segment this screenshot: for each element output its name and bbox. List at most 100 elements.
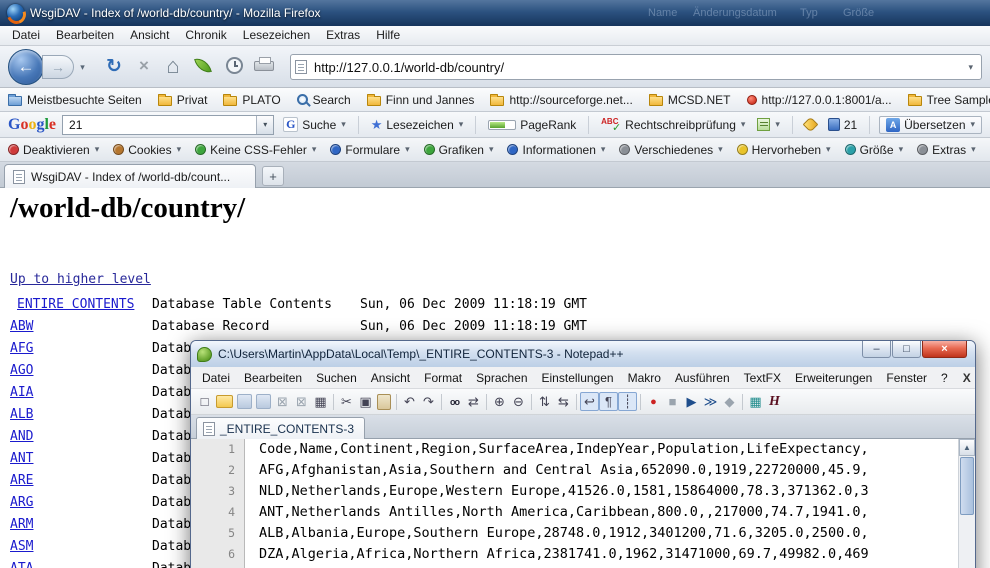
save-all-icon[interactable] [256, 394, 271, 409]
maximize-button[interactable]: □ [892, 341, 921, 358]
minimize-button[interactable]: – [862, 341, 891, 358]
webdev-verschiedenes[interactable]: Verschiedenes▾ [617, 143, 724, 157]
highlight-button[interactable] [802, 118, 819, 131]
firefox-titlebar[interactable]: WsgiDAV - Index of /world-db/country/ - … [0, 0, 990, 26]
back-button[interactable]: ← [8, 49, 44, 85]
close-button[interactable]: × [922, 341, 967, 358]
pagerank-indicator[interactable]: PageRank [485, 117, 579, 133]
autofill-button[interactable]: ▾ [754, 117, 783, 132]
multi-play-macro-icon[interactable]: ≫ [701, 392, 720, 411]
show-all-chars-icon[interactable]: ¶ [599, 392, 618, 411]
entry-link[interactable]: AIA [10, 382, 152, 404]
zoom-out-icon[interactable]: ⊖ [509, 392, 528, 411]
forward-button[interactable]: → [42, 55, 74, 79]
entry-link[interactable]: ARM [10, 514, 152, 536]
spellcheck-button[interactable]: ABC✓Rechtschreibprüfung▾ [598, 116, 748, 133]
bookmark-tree-samples[interactable]: Tree Samples [908, 93, 990, 107]
addon-leaf-icon[interactable] [194, 55, 212, 75]
bookmark-mcsd[interactable]: MCSD.NET [649, 93, 731, 107]
open-folder-icon[interactable] [216, 395, 233, 408]
bookmark-privat[interactable]: Privat [158, 93, 208, 107]
scroll-up-button[interactable]: ▲ [959, 439, 975, 456]
save-icon[interactable] [237, 394, 252, 409]
notebook-counter[interactable]: 21 [825, 117, 860, 133]
npp-menu-suchen[interactable]: Suchen [309, 371, 364, 385]
close-doc-icon[interactable]: ⊠ [273, 392, 292, 411]
zoom-in-icon[interactable]: ⊕ [490, 392, 509, 411]
lesezeichen-button[interactable]: ★Lesezeichen▾ [368, 116, 467, 134]
new-file-icon[interactable]: □ [195, 392, 214, 411]
menu-ansicht[interactable]: Ansicht [122, 26, 177, 45]
reload-button[interactable]: ↻ [102, 54, 126, 78]
cut-icon[interactable]: ✂ [337, 392, 356, 411]
webdev-deaktivieren[interactable]: Deaktivieren▾ [6, 143, 101, 157]
npp-menu-format[interactable]: Format [417, 371, 469, 385]
close-document-button[interactable]: X [955, 371, 976, 385]
save-macro-icon[interactable]: ◆ [720, 392, 739, 411]
uebersetzen-button[interactable]: AÜbersetzen▾ [879, 116, 982, 134]
indent-guide-icon[interactable]: ┊ [618, 392, 637, 411]
bookmark-search[interactable]: Search [297, 93, 351, 107]
webdev-cookies[interactable]: Cookies▾ [111, 143, 183, 157]
webdev-formulare[interactable]: Formulare▾ [328, 143, 411, 157]
entry-link[interactable]: ARE [10, 470, 152, 492]
menu-datei[interactable]: Datei [4, 26, 48, 45]
print-icon[interactable] [254, 61, 274, 71]
npp-menu-erweiterungen[interactable]: Erweiterungen [788, 371, 879, 385]
webdev-groesse[interactable]: Größe▾ [843, 143, 906, 157]
scroll-thumb[interactable] [960, 457, 974, 515]
entry-link[interactable]: ATA [10, 558, 152, 568]
paste-icon[interactable] [377, 394, 391, 410]
notepadpp-titlebar[interactable]: C:\Users\Martin\AppData\Local\Temp\_ENTI… [191, 341, 975, 367]
url-bar[interactable]: http://127.0.0.1/world-db/country/ ▾ [290, 54, 982, 80]
npp-menu-sprachen[interactable]: Sprachen [469, 371, 534, 385]
google-search-box[interactable]: 21 ▾ [62, 115, 274, 135]
document-tab[interactable]: _ENTIRE_CONTENTS-3 [196, 417, 365, 439]
sync-vertical-icon[interactable]: ⇅ [535, 392, 554, 411]
entry-link[interactable]: AFG [10, 338, 152, 360]
stop-button[interactable]: × [132, 54, 156, 78]
find-icon[interactable]: oo [445, 392, 464, 411]
replace-icon[interactable]: ⇄ [464, 392, 483, 411]
entry-link[interactable]: AND [10, 426, 152, 448]
menu-extras[interactable]: Extras [318, 26, 368, 45]
urlbar-dropdown-icon[interactable]: ▾ [964, 62, 977, 73]
webdev-extras[interactable]: Extras▾ [915, 143, 978, 157]
menu-lesezeichen[interactable]: Lesezeichen [235, 26, 318, 45]
entry-link[interactable]: ABW [10, 316, 152, 338]
stop-macro-icon[interactable]: ■ [663, 392, 682, 411]
hex-editor-icon[interactable]: H [765, 392, 784, 411]
bookmark-finn-und-jannes[interactable]: Finn und Jannes [367, 93, 475, 107]
home-button[interactable]: ⌂ [160, 53, 186, 79]
npp-menu-fenster[interactable]: Fenster [879, 371, 934, 385]
npp-menu-einstellungen[interactable]: Einstellungen [535, 371, 621, 385]
new-tab-button[interactable]: + [262, 166, 284, 186]
entry-link[interactable]: AGO [10, 360, 152, 382]
entry-link[interactable]: ASM [10, 536, 152, 558]
entry-link[interactable]: ARG [10, 492, 152, 514]
close-all-docs-icon[interactable]: ⊠ [292, 392, 311, 411]
npp-menu-makro[interactable]: Makro [621, 371, 668, 385]
npp-menu-help[interactable]: ? [934, 371, 955, 385]
play-macro-icon[interactable]: ▶ [682, 392, 701, 411]
word-wrap-icon[interactable]: ↩ [580, 392, 599, 411]
menu-bearbeiten[interactable]: Bearbeiten [48, 26, 122, 45]
sync-horizontal-icon[interactable]: ⇆ [554, 392, 573, 411]
history-clock-icon[interactable] [226, 57, 243, 74]
npp-menu-textfx[interactable]: TextFX [737, 371, 788, 385]
up-level-link[interactable]: Up to higher level [10, 272, 151, 287]
bookmark-sourceforge[interactable]: http://sourceforge.net... [490, 93, 632, 107]
tab-wsgidav[interactable]: WsgiDAV - Index of /world-db/count... [4, 164, 256, 188]
search-dropdown-icon[interactable]: ▾ [256, 116, 273, 134]
entry-link[interactable]: ALB [10, 404, 152, 426]
entry-link[interactable]: ANT [10, 448, 152, 470]
menu-hilfe[interactable]: Hilfe [368, 26, 408, 45]
bookmark-localhost-8001[interactable]: http://127.0.0.1:8001/a... [747, 93, 892, 107]
entry-link[interactable]: ENTIRE CONTENTS [10, 294, 152, 316]
npp-menu-ansicht[interactable]: Ansicht [364, 371, 417, 385]
copy-icon[interactable]: ▣ [356, 392, 375, 411]
npp-menu-datei[interactable]: Datei [195, 371, 237, 385]
webdev-hervorheben[interactable]: Hervorheben▾ [735, 143, 833, 157]
google-suche-button[interactable]: GSuche▾ [280, 116, 349, 133]
print-doc-icon[interactable]: ▦ [311, 392, 330, 411]
